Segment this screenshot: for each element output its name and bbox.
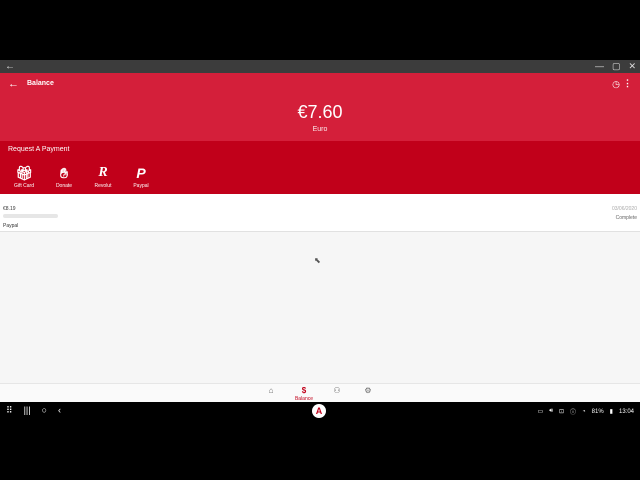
history-icon[interactable]: ◷ xyxy=(612,79,620,90)
screenshot-icon: ⊡ xyxy=(558,409,565,415)
blurred-email xyxy=(3,214,58,218)
window-back-icon[interactable]: ← xyxy=(5,60,15,73)
balance-currency: Euro xyxy=(312,126,328,133)
close-icon[interactable]: ✕ xyxy=(628,60,636,73)
system-nav: ⠿ ||| ○ ‹ xyxy=(6,405,61,416)
gift-card-icon: 🎁︎ xyxy=(15,165,33,181)
transaction-row[interactable]: €8.19 Paypal 03/06/2020 Complete xyxy=(0,194,640,232)
app-logo-icon[interactable]: A xyxy=(312,404,326,418)
battery-icon: ▮ xyxy=(609,409,613,415)
home-icon: ⌂ xyxy=(268,386,274,395)
gear-icon: ⚙ xyxy=(364,386,372,395)
option-label: Revolut xyxy=(94,183,112,189)
window-controls: — ▢ ✕ xyxy=(595,60,636,73)
paypal-icon: P xyxy=(136,165,146,181)
option-label: Paypal xyxy=(133,183,149,189)
option-revolut[interactable]: R Revolut xyxy=(83,164,123,189)
request-payment-section: Request A Payment 🎁︎ Gift Card ✋︎ Donate… xyxy=(0,141,640,194)
mouse-cursor-icon: ⬉ xyxy=(314,256,321,265)
option-paypal[interactable]: P Paypal xyxy=(121,164,161,189)
back-chevron-icon[interactable]: ‹ xyxy=(58,405,61,416)
back-arrow-icon[interactable]: ← xyxy=(8,78,19,90)
nav-home[interactable]: ⌂ xyxy=(266,386,276,396)
volume-icon[interactable]: 🔊︎ xyxy=(549,408,553,415)
option-gift-card[interactable]: 🎁︎ Gift Card xyxy=(4,164,44,189)
window-title-bar: ← — ▢ ✕ xyxy=(0,60,640,73)
more-options-icon[interactable]: ⋮ xyxy=(623,78,632,89)
request-heading: Request A Payment xyxy=(8,146,70,153)
transaction-date: 03/06/2020 xyxy=(611,206,637,212)
minimize-icon[interactable]: — xyxy=(595,60,604,73)
transaction-method: Paypal xyxy=(3,223,19,229)
balance-amount: €7.60 xyxy=(297,102,343,122)
people-icon: ⚇ xyxy=(333,386,341,395)
transaction-list: €8.19 Paypal 03/06/2020 Complete ⬉ xyxy=(0,194,640,383)
alert-icon: ⓘ xyxy=(570,410,577,416)
nav-settings[interactable]: ⚙ xyxy=(363,386,373,396)
maximize-icon[interactable]: ▢ xyxy=(612,60,621,73)
nav-people[interactable]: ⚇ xyxy=(331,386,343,396)
nav-balance[interactable]: $ Balance xyxy=(292,386,316,402)
bottom-navigation: ⌂ $ Balance ⚇ ⚙ xyxy=(0,383,640,402)
donate-icon: ✋︎ xyxy=(60,165,68,181)
revolut-icon: R xyxy=(98,165,108,180)
page-title: Balance xyxy=(27,80,54,87)
clock: 13:04 xyxy=(618,408,634,415)
wifi-icon: ◔ xyxy=(582,408,586,415)
battery-percent: 81% xyxy=(591,408,604,415)
system-bar: ⠿ ||| ○ ‹ A ▭ 🔊︎ ⊡ ⓘ ◔ 81% ▮ 13:04 xyxy=(0,402,640,420)
option-label: Gift Card xyxy=(13,183,34,189)
option-donate[interactable]: ✋︎ Donate xyxy=(44,164,84,189)
recents-icon[interactable]: ||| xyxy=(24,405,31,416)
transaction-amount: €8.19 xyxy=(3,206,16,212)
status-area: ▭ 🔊︎ ⊡ ⓘ ◔ 81% ▮ 13:04 xyxy=(538,407,634,416)
keyboard-icon: ▭ xyxy=(537,409,544,415)
home-circle-icon[interactable]: ○ xyxy=(42,405,47,416)
screen: ← — ▢ ✕ ← Balance ◷ ⋮ €7.60 Euro Request… xyxy=(0,0,640,480)
dollar-icon: $ xyxy=(301,386,307,395)
option-label: Donate xyxy=(55,183,73,189)
app-header: ← Balance ◷ ⋮ €7.60 Euro xyxy=(0,73,640,141)
apps-grid-icon[interactable]: ⠿ xyxy=(6,405,13,416)
transaction-status: Complete xyxy=(615,215,637,221)
